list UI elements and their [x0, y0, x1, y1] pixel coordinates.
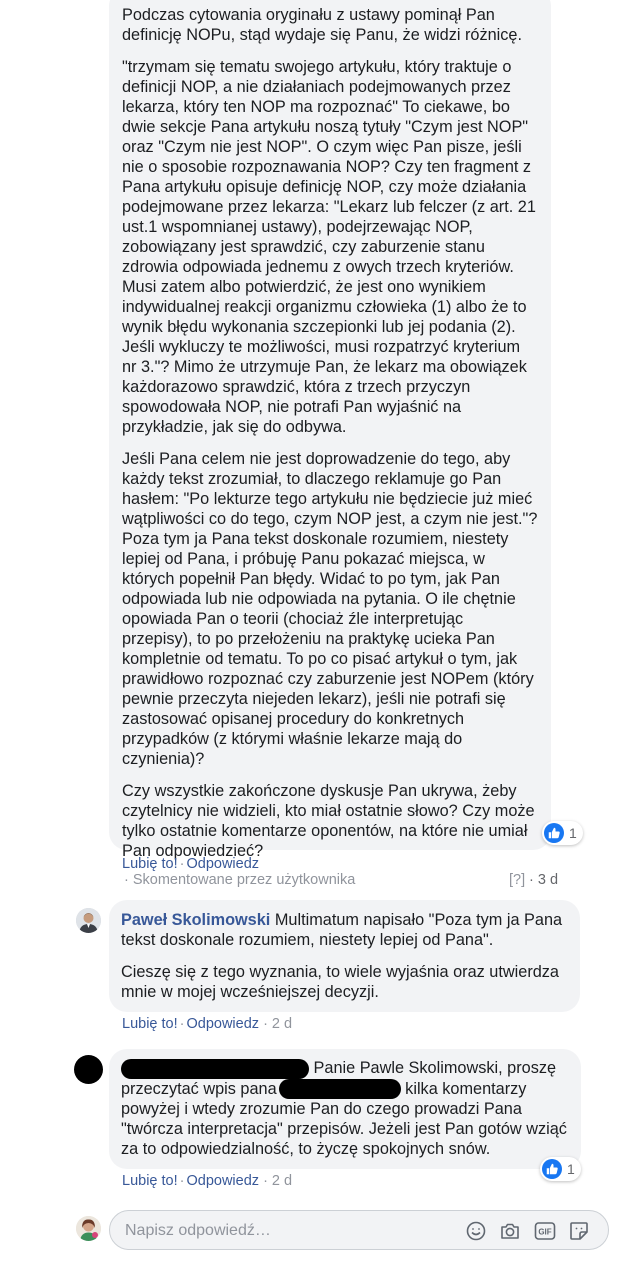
emoji-icon[interactable] [465, 1220, 487, 1242]
help-mark[interactable]: [?] [509, 871, 525, 889]
reply-link[interactable]: Odpowiedz [186, 1016, 259, 1032]
comment-text: powyżej i wtedy zrozumie Pan do czego pr… [121, 1100, 567, 1159]
comment-paragraph: Jeśli Pana celem nie jest doprowadzenie … [122, 450, 538, 768]
edited-note: · Skomentowane przez użytkownika [124, 872, 356, 888]
reply-link[interactable]: Odpowiedz [186, 856, 259, 872]
separator-dot: · [179, 856, 185, 872]
redacted-name [278, 1079, 401, 1100]
gif-label: GIF [538, 1228, 551, 1237]
comment-text: przeczytać wpis pana [121, 1079, 277, 1098]
reply-link[interactable]: Odpowiedz [186, 1173, 259, 1189]
redacted-name [121, 1058, 309, 1079]
thumbs-up-icon [542, 1159, 562, 1179]
comment-paragraph: Cieszę się z tego wyznania, to wiele wyj… [121, 963, 559, 1001]
comment-time[interactable]: · 2 d [263, 1016, 292, 1032]
comment-paragraph: Czy wszystkie zakończone dyskusje Pan uk… [122, 782, 535, 860]
separator-dot: · [179, 1173, 185, 1189]
comment-actions: Lubię to! · Odpowiedz · 2 d [122, 1172, 292, 1190]
separator-dot: · [179, 1016, 185, 1032]
comment-actions: Lubię to! · Odpowiedz · 2 d [122, 1015, 292, 1033]
comment-paragraph: Podczas cytowania oryginału z ustawy pom… [122, 6, 522, 44]
avatar[interactable] [76, 908, 101, 933]
avatar[interactable] [74, 1055, 103, 1084]
comment-bubble: Podczas cytowania oryginału z ustawy pom… [109, 0, 551, 860]
comment-bubble: Paweł Skolimowski Multimatum napisało "P… [109, 900, 580, 1012]
camera-icon[interactable] [499, 1220, 521, 1242]
comment-time[interactable]: · 2 d [263, 1173, 292, 1189]
comment-bubble: Panie Pawle Skolimowski, proszę przeczyt… [109, 1049, 581, 1169]
comment-paragraph: Panie Pawle Skolimowski, proszę przeczyt… [121, 1058, 569, 1159]
author-name[interactable]: Paweł Skolimowski [121, 911, 270, 929]
comment-time[interactable]: · 3 d [529, 871, 558, 889]
avatar[interactable] [76, 1216, 101, 1241]
gif-icon[interactable]: GIF [534, 1220, 556, 1242]
comment-text: Panie Pawle Skolimowski, proszę [309, 1059, 557, 1077]
thumbs-up-icon [544, 823, 564, 843]
reaction-summary[interactable]: 1 [540, 1157, 581, 1181]
like-link[interactable]: Lubię to! [122, 1016, 178, 1032]
like-link[interactable]: Lubię to! [122, 1173, 178, 1189]
reaction-count: 1 [567, 1161, 575, 1177]
reaction-count: 1 [569, 825, 577, 841]
reply-box: GIF [109, 1210, 609, 1250]
like-link[interactable]: Lubię to! [122, 856, 178, 872]
sticker-icon[interactable] [568, 1220, 590, 1242]
reply-input[interactable] [125, 1221, 455, 1241]
comment-paragraph: "trzymam się tematu swojego artykułu, kt… [122, 58, 536, 436]
comment-paragraph: Paweł Skolimowski Multimatum napisało "P… [121, 910, 568, 950]
reaction-summary[interactable]: 1 [542, 821, 583, 845]
comment-text: kilka komentarzy [400, 1079, 527, 1098]
